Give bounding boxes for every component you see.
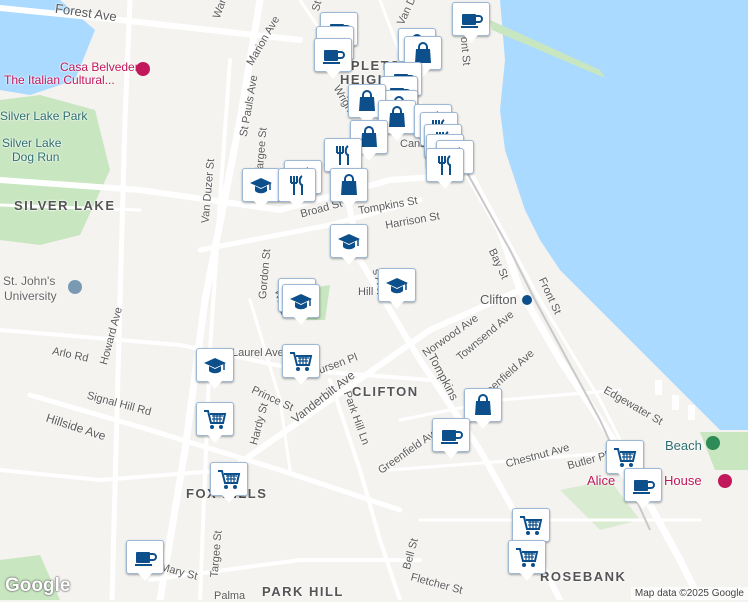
label-palma: Palma xyxy=(214,590,246,602)
map-marker-school[interactable] xyxy=(378,268,416,309)
shopping-bag-icon xyxy=(470,393,496,417)
university-poi-icon[interactable] xyxy=(68,280,82,294)
map-marker-coffee[interactable] xyxy=(452,2,490,43)
map-marker-coffee[interactable] xyxy=(314,38,352,79)
camera-poi-icon[interactable] xyxy=(136,62,150,76)
coffee-icon xyxy=(438,423,464,447)
label-italian-cultural: The Italian Cultural... xyxy=(4,73,115,87)
label-st-johns-2: University xyxy=(4,289,57,303)
map-marker-coffee[interactable] xyxy=(624,468,662,509)
label-silver-lake-dog-run-2: Dog Run xyxy=(12,150,60,164)
label-park-hill: PARK HILL xyxy=(262,584,344,599)
school-icon xyxy=(384,273,410,297)
school-icon xyxy=(202,353,228,377)
museum-poi-icon[interactable] xyxy=(718,474,732,488)
label-silver-lake: SILVER LAKE xyxy=(14,198,116,213)
map-marker-shopping-bag[interactable] xyxy=(464,388,502,429)
map-marker-school[interactable] xyxy=(330,224,368,265)
label-clifton-station: Clifton xyxy=(480,292,517,307)
map-marker-coffee[interactable] xyxy=(432,418,470,459)
map-marker-restaurant[interactable] xyxy=(278,168,316,209)
google-logo: Google xyxy=(5,575,71,596)
restaurant-icon xyxy=(432,153,458,177)
map-marker-restaurant[interactable] xyxy=(426,148,464,189)
grocery-cart-icon xyxy=(518,513,544,537)
label-clifton: CLIFTON xyxy=(352,384,419,399)
coffee-icon xyxy=(630,473,656,497)
school-icon xyxy=(288,289,314,313)
map-attribution[interactable]: Map data ©2025 Google xyxy=(630,587,748,600)
map-marker-coffee[interactable] xyxy=(126,540,164,581)
school-icon xyxy=(336,229,362,253)
school-icon xyxy=(248,173,274,197)
grocery-cart-icon xyxy=(288,349,314,373)
grocery-cart-icon xyxy=(514,545,540,569)
grocery-cart-icon xyxy=(202,407,228,431)
grocery-cart-icon xyxy=(612,445,638,469)
label-st-johns-1: St. John's xyxy=(3,274,56,288)
map-marker-school[interactable] xyxy=(282,284,320,325)
label-silver-lake-park: Silver Lake Park xyxy=(0,109,88,123)
grocery-cart-icon xyxy=(216,467,242,491)
beach-poi-icon[interactable] xyxy=(706,436,720,450)
map-marker-grocery-cart[interactable] xyxy=(512,508,550,549)
map-marker-grocery-cart[interactable] xyxy=(508,540,546,581)
label-silver-lake-dog-run-1: Silver Lake xyxy=(2,136,62,150)
shopping-bag-icon xyxy=(336,173,362,197)
restaurant-icon xyxy=(284,173,310,197)
label-laurel-ave: Laurel Ave xyxy=(232,347,284,359)
label-rosebank: ROSEBANK xyxy=(540,569,627,584)
restaurant-icon xyxy=(330,143,356,167)
map-marker-school[interactable] xyxy=(196,348,234,389)
coffee-icon xyxy=(132,545,158,569)
coffee-icon xyxy=(458,7,484,31)
label-alice-house: Alice xyxy=(587,473,616,488)
train-station-icon[interactable] xyxy=(522,295,532,305)
shopping-bag-icon xyxy=(354,89,380,113)
map-marker-grocery-cart[interactable] xyxy=(210,462,248,503)
map-marker-grocery-cart[interactable] xyxy=(196,402,234,443)
map-marker-restaurant[interactable] xyxy=(324,138,362,179)
label-alice-house-2: House xyxy=(664,473,702,488)
map-marker-shopping-bag[interactable] xyxy=(330,168,368,209)
coffee-icon xyxy=(320,43,346,67)
map-marker-school[interactable] xyxy=(242,168,280,209)
label-beach: Beach xyxy=(665,438,702,453)
map-marker-grocery-cart[interactable] xyxy=(282,344,320,385)
